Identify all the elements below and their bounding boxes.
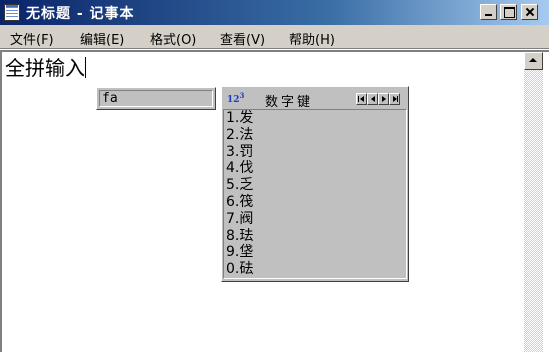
text-caret [85, 57, 86, 78]
candidate-item[interactable]: 4.伐 [226, 160, 406, 177]
menu-help[interactable]: 帮助(H) [289, 29, 335, 48]
editor-text: 全拼输入 [5, 56, 85, 80]
candidate-item[interactable]: 2.法 [226, 127, 406, 144]
menu-edit[interactable]: 编辑(E) [80, 29, 124, 48]
candidate-item[interactable]: 6.筏 [226, 194, 406, 211]
candidate-item[interactable]: 7.阀 [226, 211, 406, 228]
candidate-item[interactable]: 5.乏 [226, 177, 406, 194]
prev-page-button[interactable] [367, 93, 378, 105]
candidate-item[interactable]: 8.珐 [226, 228, 406, 245]
ime-candidate-window[interactable]: 123 数字键 1.发 2.法 3.罚 4.伐 5.乏 6.筏 7.阀 8.珐 … [221, 86, 409, 282]
editor-content[interactable]: 全拼输入 [5, 52, 86, 81]
maximize-button[interactable] [500, 4, 517, 20]
candidate-list: 1.发 2.法 3.罚 4.伐 5.乏 6.筏 7.阀 8.珐 9.垡 0.砝 [223, 109, 407, 279]
candidate-item[interactable]: 3.罚 [226, 144, 406, 161]
candidate-item[interactable]: 9.垡 [226, 244, 406, 261]
ime-composition-text: fa [99, 90, 213, 107]
ime-composition-window: fa [96, 87, 216, 110]
candidate-title: 数字键 [265, 95, 314, 110]
window-title: 无标题 - 记事本 [26, 6, 135, 22]
menu-file[interactable]: 文件(F) [10, 29, 54, 48]
menu-view[interactable]: 查看(V) [220, 29, 265, 48]
notepad-icon[interactable] [4, 4, 20, 21]
candidate-header[interactable]: 123 数字键 [222, 87, 408, 110]
next-page-button[interactable] [378, 93, 389, 105]
first-page-button[interactable] [356, 93, 367, 105]
minimize-button[interactable] [480, 4, 497, 20]
close-button[interactable] [521, 4, 538, 20]
candidate-item[interactable]: 1.发 [226, 110, 406, 127]
candidate-item[interactable]: 0.砝 [226, 261, 406, 278]
menu-format[interactable]: 格式(O) [150, 29, 196, 48]
title-bar[interactable]: 无标题 - 记事本 [0, 0, 549, 25]
number-keys-icon[interactable]: 123 [227, 91, 244, 105]
scroll-up-button[interactable] [524, 52, 543, 70]
vertical-scrollbar[interactable] [524, 52, 543, 352]
last-page-button[interactable] [389, 93, 400, 105]
menu-bar: 文件(F) 编辑(E) 格式(O) 查看(V) 帮助(H) [0, 25, 549, 49]
